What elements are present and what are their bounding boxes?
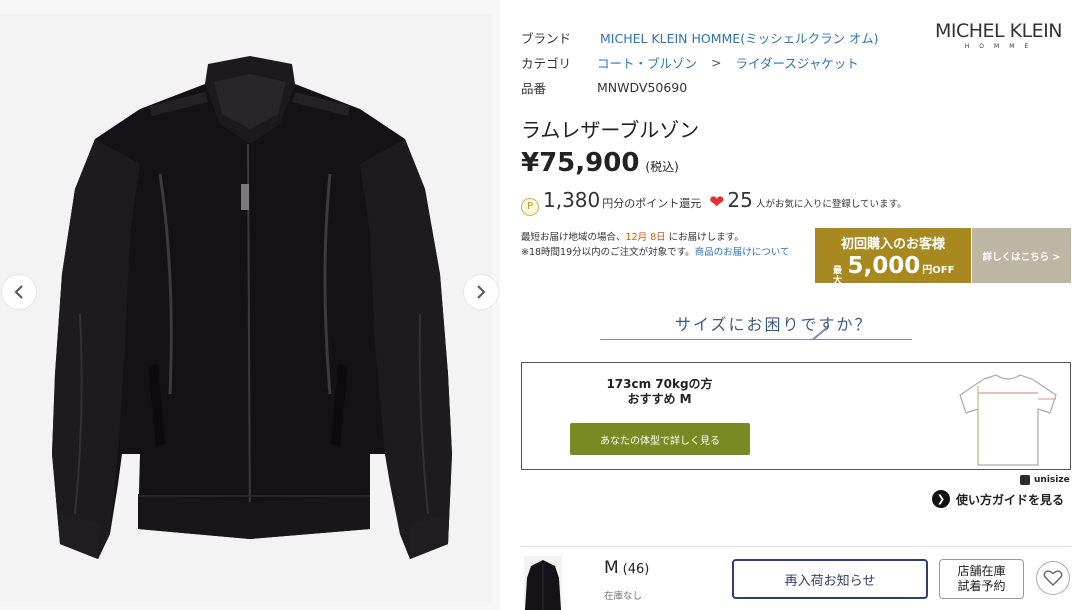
guide-label: 使い方ガイドを見る [956,492,1065,507]
delivery-line-1: 最短お届け地域の場合、12月 8日 にお届けします。 [521,230,789,245]
promo-title: 初回購入のお客様 [840,237,945,252]
points-text: 円分のポイント還元 [602,197,702,210]
delivery-prefix: 最短お届け地域の場合、 [521,232,626,243]
variant-stock-status: 在庫なし [604,591,643,602]
point-icon: P [521,197,539,216]
size-rec-line-2: おすすめ M [627,392,692,406]
promo-amount-row: 最大 5,000 円OFF [815,253,971,286]
points-row: P 1,380 円分のポイント還元 ❤ 25 人がお気に入りに登録しています。 [521,188,907,216]
product-gallery [0,0,500,610]
size-recommendation-box: 173cm 70kgの方 おすすめ M あなたの体型で詳しく見る [521,362,1071,470]
product-info: MICHEL KLEIN HOMME ブランド MICHEL KLEIN HOM… [500,0,1080,610]
delivery-info-link[interactable]: 商品のお届けについて [695,247,790,258]
heart-outline-icon [1043,570,1063,586]
variant-size-number: (46) [622,562,650,577]
delivery-line-2: ※18時間19分以内のご注文が対象です。商品のお届けについて [521,245,789,260]
size-recommendation: 173cm 70kgの方 おすすめ M [522,377,797,407]
spec-category-label: カテゴリ [521,56,572,71]
gallery-next-button[interactable] [464,275,498,309]
delivery-note: ※18時間19分以内のご注文が対象です。 [521,247,695,258]
product-price: ¥75,900 (税込) [521,148,679,178]
brand-logo-main: MICHEL KLEIN [934,20,1063,42]
heart-icon: ❤ [709,192,725,213]
spec-sku-label: 品番 [521,81,547,96]
product-photo [0,14,492,606]
jacket-thumbnail-image [524,556,562,610]
promo-off: 円OFF [922,265,955,276]
store-button-line-2: 試着予約 [957,579,1006,593]
variant-size: M (46) [604,558,649,578]
favorites-text: 人がお気に入りに登録しています。 [755,199,907,210]
unisize-icon [1020,475,1030,485]
delivery-info: 最短お届け地域の場合、12月 8日 にお届けします。 ※18時間19分以内のご注文… [521,230,789,260]
size-help-title: サイズにお困りですか？ [675,315,873,334]
brand-link[interactable]: MICHEL KLEIN HOMME(ミッシェルクラン オム) [600,28,879,47]
chevron-right-icon [477,285,486,299]
spec-brand-label: ブランド [521,31,572,46]
leather-jacket-image [0,14,492,606]
delivery-suffix: にお届けします。 [668,232,744,243]
breadcrumb-separator: > [711,55,722,70]
unisize-label: unisize [1034,475,1070,485]
tshirt-measure-icon [959,374,1057,466]
promo-max: 最大 [833,266,843,286]
chevron-left-icon [14,285,23,299]
restock-notify-button[interactable]: 再入荷お知らせ [732,559,928,599]
promo-amount: 5,000 [847,253,921,279]
points-amount: 1,380 [543,188,601,212]
usage-guide-link[interactable]: ❯ 使い方ガイドを見る [932,490,1064,508]
gallery-prev-button[interactable] [2,275,36,309]
spec-category-row: カテゴリ コート・ブルゾン > ライダースジャケット [521,53,859,72]
category-link-coat[interactable]: コート・ブルゾン [597,53,697,72]
spec-sku-row: 品番 MNWDV50690 [521,78,687,97]
sku-value: MNWDV50690 [597,80,688,95]
first-purchase-banner[interactable]: 初回購入のお客様 最大 5,000 円OFF [815,228,971,286]
play-arrow-icon: ❯ [932,490,950,508]
product-title: ラムレザーブルゾン [521,118,700,142]
variant-size-letter: M [604,558,619,578]
favorites-count: 25 [727,188,753,212]
spec-brand-row: ブランド MICHEL KLEIN HOMME(ミッシェルクラン オム) [521,28,879,47]
size-help-underline [600,339,912,340]
store-stock-button[interactable]: 店舗在庫 試着予約 [939,559,1024,599]
unisize-logo: unisize [1020,475,1070,485]
category-link-riders[interactable]: ライダースジャケット [736,53,859,72]
promo-details-button[interactable]: 詳しくはこちら > [972,228,1071,283]
tax-label: (税込) [645,160,679,174]
favorite-button[interactable] [1036,561,1070,595]
brand-logo[interactable]: MICHEL KLEIN HOMME [934,20,1063,50]
price-value: ¥75,900 [521,148,640,178]
store-button-line-1: 店舗在庫 [957,564,1006,578]
body-type-button[interactable]: あなたの体型で詳しく見る [570,423,750,455]
size-rec-line-1: 173cm 70kgの方 [606,377,713,391]
variant-thumbnail [524,556,562,610]
delivery-date: 12月 8日 [625,232,666,243]
brand-logo-sub: HOMME [964,43,1039,50]
variant-divider [521,546,1071,547]
